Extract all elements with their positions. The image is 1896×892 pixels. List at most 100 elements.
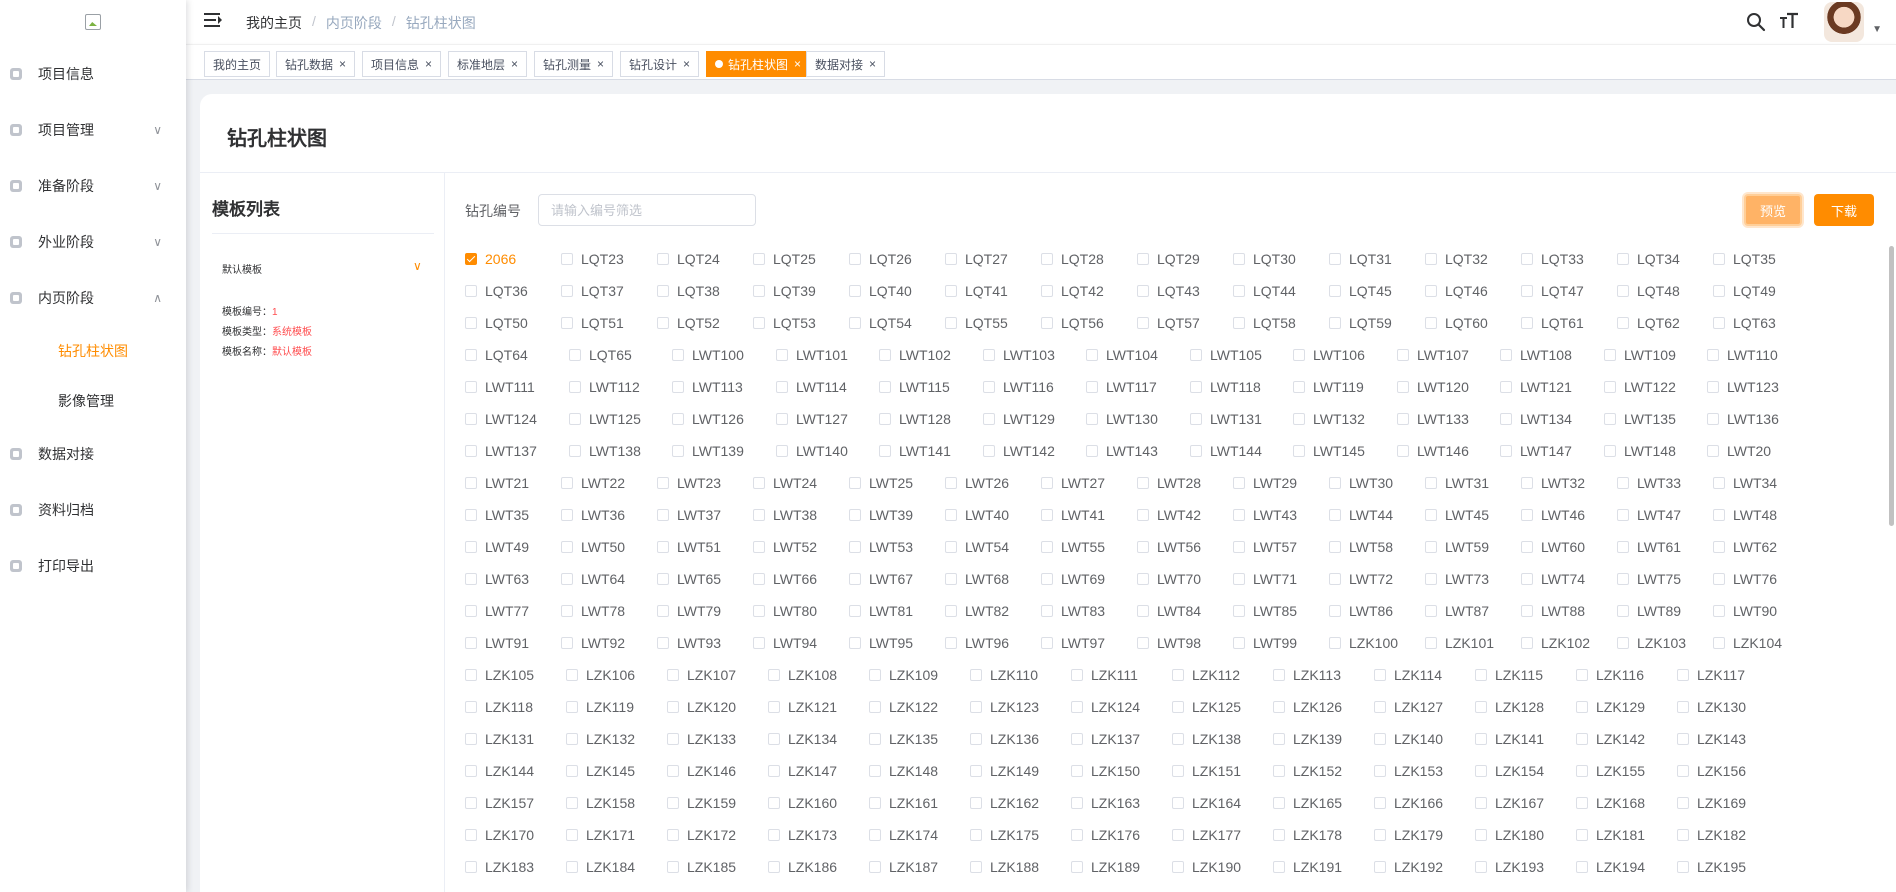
checkbox-icon[interactable] xyxy=(1374,797,1386,809)
checkbox-icon[interactable] xyxy=(465,445,477,457)
borehole-checkbox[interactable]: LWT141 xyxy=(879,442,951,460)
borehole-checkbox[interactable]: LWT39 xyxy=(849,506,913,524)
borehole-checkbox[interactable]: LZK162 xyxy=(970,794,1039,812)
checkbox-icon[interactable] xyxy=(1397,381,1409,393)
checkbox-icon[interactable] xyxy=(1329,573,1341,585)
checkbox-icon[interactable] xyxy=(776,413,788,425)
checkbox-icon[interactable] xyxy=(1521,637,1533,649)
checkbox-icon[interactable] xyxy=(465,765,477,777)
borehole-checkbox[interactable]: LZK175 xyxy=(970,826,1039,844)
checkbox-icon[interactable] xyxy=(657,541,669,553)
checkbox-icon[interactable] xyxy=(1172,733,1184,745)
checkbox-icon[interactable] xyxy=(768,701,780,713)
borehole-checkbox[interactable]: LWT56 xyxy=(1137,538,1201,556)
checkbox-icon[interactable] xyxy=(1475,669,1487,681)
close-icon[interactable]: × xyxy=(869,57,876,71)
borehole-checkbox[interactable]: LWT46 xyxy=(1521,506,1585,524)
checkbox-icon[interactable] xyxy=(465,477,477,489)
borehole-checkbox[interactable]: LWT80 xyxy=(753,602,817,620)
borehole-checkbox[interactable]: LZK103 xyxy=(1617,634,1686,652)
borehole-checkbox[interactable]: LQT46 xyxy=(1425,282,1488,300)
borehole-checkbox[interactable]: LWT40 xyxy=(945,506,1009,524)
borehole-checkbox[interactable]: LZK146 xyxy=(667,762,736,780)
borehole-checkbox[interactable]: LWT133 xyxy=(1397,410,1469,428)
borehole-checkbox[interactable]: LWT135 xyxy=(1604,410,1676,428)
checkbox-icon[interactable] xyxy=(657,509,669,521)
checkbox-icon[interactable] xyxy=(1617,573,1629,585)
borehole-checkbox[interactable]: LWT88 xyxy=(1521,602,1585,620)
checkbox-icon[interactable] xyxy=(1425,509,1437,521)
borehole-checkbox[interactable]: LQT51 xyxy=(561,314,624,332)
borehole-checkbox[interactable]: LZK142 xyxy=(1576,730,1645,748)
borehole-checkbox[interactable]: LZK170 xyxy=(465,826,534,844)
checkbox-icon[interactable] xyxy=(1041,509,1053,521)
checkbox-icon[interactable] xyxy=(1475,701,1487,713)
borehole-checkbox[interactable]: LWT99 xyxy=(1233,634,1297,652)
borehole-checkbox[interactable]: LZK167 xyxy=(1475,794,1544,812)
borehole-checkbox[interactable]: LWT83 xyxy=(1041,602,1105,620)
borehole-checkbox[interactable]: LWT107 xyxy=(1397,346,1469,364)
sidebar-subitem-1[interactable]: 影像管理 xyxy=(0,376,186,426)
borehole-checkbox[interactable]: LWT47 xyxy=(1617,506,1681,524)
checkbox-icon[interactable] xyxy=(667,861,679,873)
checkbox-icon[interactable] xyxy=(1273,797,1285,809)
borehole-checkbox[interactable]: LZK129 xyxy=(1576,698,1645,716)
checkbox-icon[interactable] xyxy=(657,253,669,265)
checkbox-icon[interactable] xyxy=(465,541,477,553)
borehole-checkbox[interactable]: LWT120 xyxy=(1397,378,1469,396)
checkbox-icon[interactable] xyxy=(1233,541,1245,553)
borehole-checkbox[interactable]: LWT69 xyxy=(1041,570,1105,588)
borehole-checkbox[interactable]: LWT44 xyxy=(1329,506,1393,524)
borehole-checkbox[interactable]: LWT102 xyxy=(879,346,951,364)
tab-7[interactable]: 数据对接 × xyxy=(806,51,886,77)
borehole-checkbox[interactable]: LQT42 xyxy=(1041,282,1104,300)
checkbox-icon[interactable] xyxy=(1041,541,1053,553)
borehole-checkbox[interactable]: LZK101 xyxy=(1425,634,1494,652)
checkbox-icon[interactable] xyxy=(465,605,477,617)
checkbox-icon[interactable] xyxy=(776,381,788,393)
borehole-checkbox[interactable]: LQT50 xyxy=(465,314,528,332)
borehole-checkbox[interactable]: LZK179 xyxy=(1374,826,1443,844)
borehole-checkbox[interactable]: LWT41 xyxy=(1041,506,1105,524)
borehole-checkbox[interactable]: LWT37 xyxy=(657,506,721,524)
borehole-checkbox[interactable]: LQT55 xyxy=(945,314,1008,332)
borehole-checkbox[interactable]: LZK153 xyxy=(1374,762,1443,780)
borehole-checkbox[interactable]: LWT145 xyxy=(1293,442,1365,460)
borehole-checkbox[interactable]: LQT58 xyxy=(1233,314,1296,332)
checkbox-icon[interactable] xyxy=(566,797,578,809)
borehole-checkbox[interactable]: LWT20 xyxy=(1707,442,1771,460)
borehole-checkbox[interactable]: LQT64 xyxy=(465,346,528,364)
borehole-checkbox[interactable]: LZK106 xyxy=(566,666,635,684)
checkbox-icon[interactable] xyxy=(1374,861,1386,873)
borehole-checkbox[interactable]: LWT28 xyxy=(1137,474,1201,492)
checkbox-icon[interactable] xyxy=(1617,253,1629,265)
checkbox-icon[interactable] xyxy=(465,861,477,873)
borehole-checkbox[interactable]: LWT131 xyxy=(1190,410,1262,428)
checkbox-icon[interactable] xyxy=(667,765,679,777)
close-icon[interactable]: × xyxy=(794,57,801,71)
checkbox-icon[interactable] xyxy=(1425,477,1437,489)
checkbox-icon[interactable] xyxy=(1233,637,1245,649)
borehole-checkbox[interactable]: LQT29 xyxy=(1137,250,1200,268)
borehole-checkbox[interactable]: LZK163 xyxy=(1071,794,1140,812)
checkbox-icon[interactable] xyxy=(1190,445,1202,457)
borehole-checkbox[interactable]: LZK172 xyxy=(667,826,736,844)
borehole-checkbox[interactable]: LZK194 xyxy=(1576,858,1645,876)
checkbox-icon[interactable] xyxy=(768,733,780,745)
checkbox-icon[interactable] xyxy=(945,509,957,521)
borehole-checkbox[interactable]: LQT25 xyxy=(753,250,816,268)
checkbox-icon[interactable] xyxy=(1329,317,1341,329)
checkbox-icon[interactable] xyxy=(1329,285,1341,297)
checkbox-icon[interactable] xyxy=(1617,541,1629,553)
checkbox-icon[interactable] xyxy=(1604,349,1616,361)
checkbox-icon[interactable] xyxy=(569,381,581,393)
checkbox-icon[interactable] xyxy=(869,733,881,745)
borehole-checkbox[interactable]: LZK133 xyxy=(667,730,736,748)
borehole-checkbox[interactable]: LWT110 xyxy=(1707,346,1778,364)
checkbox-icon[interactable] xyxy=(1329,253,1341,265)
template-item-title[interactable]: 默认模板 xyxy=(222,261,262,276)
checkbox-icon[interactable] xyxy=(465,381,477,393)
borehole-checkbox[interactable]: LZK191 xyxy=(1273,858,1342,876)
borehole-checkbox[interactable]: LQT45 xyxy=(1329,282,1392,300)
borehole-checkbox[interactable]: LZK139 xyxy=(1273,730,1342,748)
